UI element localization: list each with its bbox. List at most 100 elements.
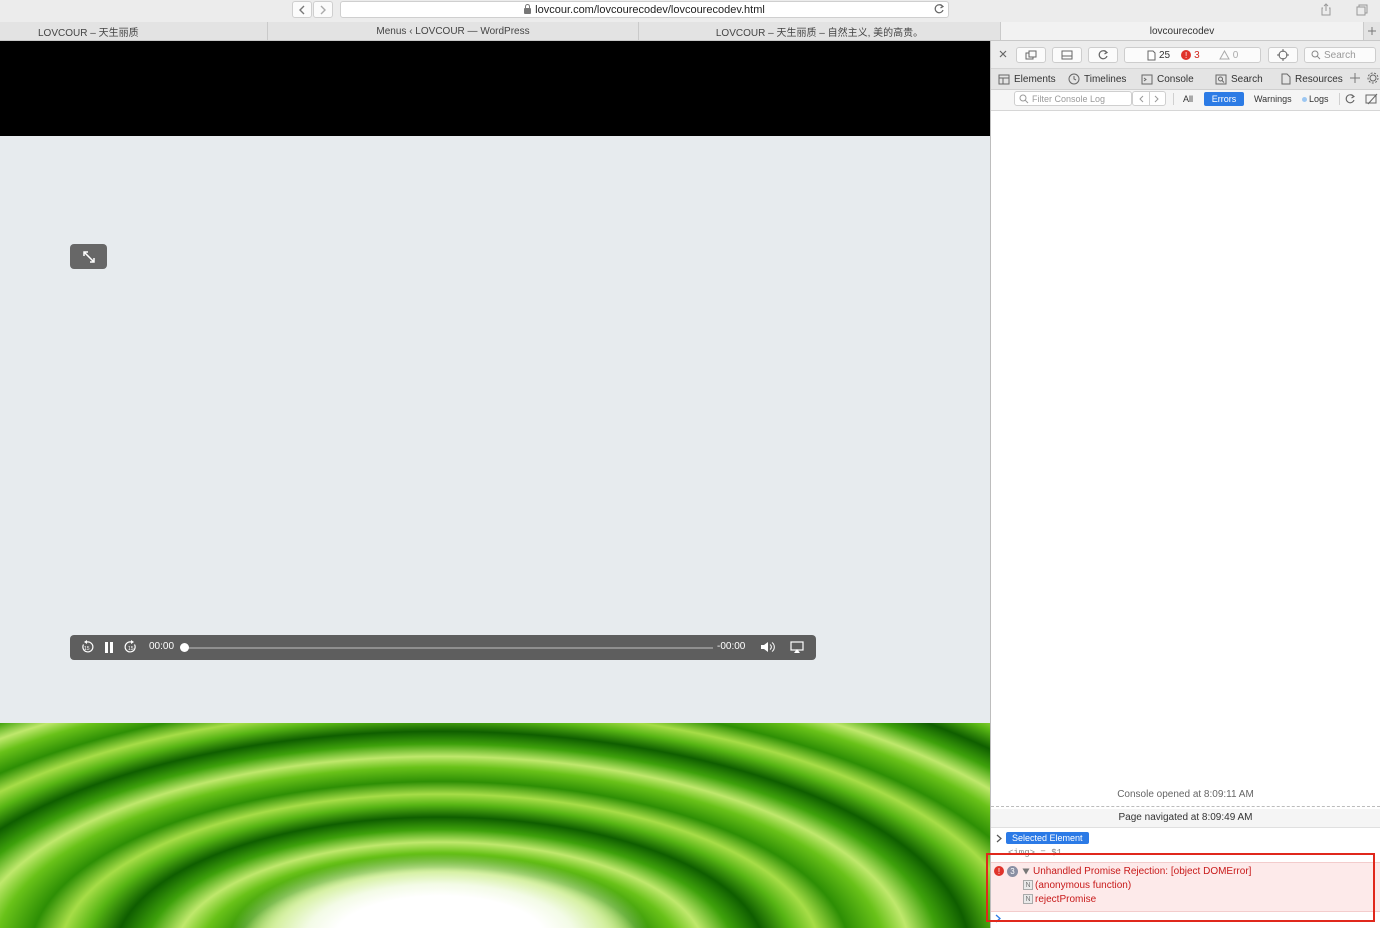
search-placeholder: Search bbox=[1324, 49, 1356, 61]
reload-icon bbox=[1345, 94, 1355, 104]
pause-button[interactable] bbox=[103, 641, 115, 654]
tab-label: Resources bbox=[1295, 73, 1343, 85]
elements-icon bbox=[998, 74, 1010, 84]
clear-on-reload-button[interactable] bbox=[1344, 93, 1356, 108]
tab-resources[interactable]: Resources bbox=[1281, 69, 1343, 89]
detach-window-icon bbox=[1025, 50, 1037, 60]
remaining-time: -00:00 bbox=[717, 641, 746, 652]
address-bar[interactable]: lovcour.com/lovcourecodev/lovcourecodev.… bbox=[340, 1, 949, 18]
error-count: 3 bbox=[1194, 49, 1200, 61]
previous-match-button[interactable] bbox=[1133, 92, 1150, 105]
airplay-button[interactable] bbox=[790, 640, 804, 654]
clear-console-button[interactable] bbox=[1365, 93, 1378, 108]
search-icon bbox=[1215, 74, 1227, 84]
undock-button[interactable] bbox=[1016, 47, 1046, 63]
crosshair-icon bbox=[1277, 49, 1289, 61]
filter-nav-buttons bbox=[1132, 91, 1166, 106]
clock-icon bbox=[1068, 73, 1080, 85]
resource-count: 25 bbox=[1159, 49, 1171, 61]
forward-button[interactable] bbox=[313, 1, 333, 18]
reload-button[interactable] bbox=[933, 3, 945, 18]
annotation-highlight-box bbox=[986, 853, 1375, 922]
tab-search[interactable]: Search bbox=[1215, 69, 1263, 89]
filter-label: Errors bbox=[1211, 94, 1237, 104]
filter-divider bbox=[1173, 93, 1174, 105]
document-icon bbox=[1281, 73, 1291, 85]
chevron-left-icon bbox=[1139, 95, 1144, 102]
search-icon bbox=[1311, 50, 1321, 60]
filter-all-button[interactable]: All bbox=[1177, 92, 1199, 106]
svg-text:15: 15 bbox=[84, 646, 90, 652]
tab-title: LOVCOUR – 天生丽质 – 自然主义, 美的高贵。 bbox=[715, 27, 924, 39]
tab-label: Search bbox=[1231, 73, 1263, 85]
tab-title: LOVCOUR – 天生丽质 bbox=[38, 27, 139, 39]
console-icon bbox=[1141, 74, 1153, 84]
browser-toolbar: lovcour.com/lovcourecodev/lovcourecodev.… bbox=[0, 0, 1380, 23]
skip-forward-button[interactable]: 15 bbox=[124, 640, 138, 654]
clear-log-icon bbox=[1365, 93, 1378, 105]
close-inspector-button[interactable] bbox=[997, 48, 1009, 63]
new-inspector-tab-button[interactable] bbox=[1349, 72, 1361, 87]
skip-back-button[interactable]: 15 bbox=[80, 640, 94, 654]
document-icon bbox=[1147, 50, 1156, 60]
page-navigated-message: Page navigated at 8:09:49 AM bbox=[991, 809, 1380, 828]
gear-icon bbox=[1367, 72, 1379, 84]
svg-text:15: 15 bbox=[128, 646, 134, 652]
warning-count: 0 bbox=[1232, 49, 1239, 61]
tab-title: lovcourecodev bbox=[1149, 25, 1215, 37]
disclosure-triangle-icon bbox=[996, 834, 1002, 843]
dock-bottom-button[interactable] bbox=[1052, 47, 1082, 63]
lock-icon bbox=[524, 3, 532, 14]
tabs-icon bbox=[1356, 4, 1368, 15]
share-button[interactable] bbox=[1315, 1, 1337, 18]
tab-timelines[interactable]: Timelines bbox=[1068, 69, 1126, 89]
volume-button[interactable] bbox=[760, 640, 778, 654]
activity-viewer[interactable]: 25 ! 3 0 bbox=[1124, 47, 1261, 63]
inspector-search[interactable]: Search bbox=[1304, 47, 1376, 63]
airplay-icon bbox=[790, 641, 804, 653]
tabs-overview-button[interactable] bbox=[1351, 1, 1373, 18]
volume-icon bbox=[761, 642, 775, 652]
tab-lovcour[interactable]: LOVCOUR – 天生丽质 bbox=[0, 22, 268, 40]
filter-label: All bbox=[1183, 94, 1194, 104]
error-icon: ! bbox=[1181, 50, 1192, 60]
reload-icon bbox=[1098, 50, 1109, 60]
progress-track[interactable] bbox=[185, 647, 713, 649]
filter-label: Warnings bbox=[1254, 94, 1292, 104]
plus-icon bbox=[1368, 27, 1376, 35]
tab-title: Menus ‹ LOVCOUR — WordPress bbox=[376, 25, 530, 37]
tab-lovcour-home[interactable]: LOVCOUR – 天生丽质 – 自然主义, 美的高贵。 bbox=[639, 22, 1001, 40]
new-tab-button[interactable] bbox=[1364, 22, 1380, 40]
filter-logs-button[interactable]: Logs bbox=[1298, 92, 1335, 106]
tab-label: Timelines bbox=[1084, 73, 1127, 85]
share-icon bbox=[1321, 3, 1331, 16]
inspect-element-button[interactable] bbox=[1268, 47, 1298, 63]
console-opened-message: Console opened at 8:09:11 AM bbox=[1117, 789, 1254, 800]
next-match-button[interactable] bbox=[1150, 92, 1166, 105]
reload-icon bbox=[934, 4, 945, 14]
video-controls-bar: 15 15 00:00 -00:00 bbox=[70, 635, 816, 660]
expand-icon bbox=[82, 250, 95, 263]
page-header-black bbox=[0, 41, 990, 136]
selected-element-row[interactable]: Selected Element bbox=[991, 830, 1380, 846]
progress-knob[interactable] bbox=[180, 643, 189, 652]
filter-errors-button[interactable]: Errors bbox=[1204, 92, 1244, 106]
url-text: lovcour.com/lovcourecodev/lovcourecodev.… bbox=[535, 3, 765, 16]
filter-console-input[interactable]: Filter Console Log bbox=[1014, 91, 1132, 106]
filter-divider bbox=[1339, 93, 1340, 105]
logs-dot-icon bbox=[1302, 96, 1307, 102]
tab-elements[interactable]: Elements bbox=[998, 69, 1056, 89]
inspector-settings-button[interactable] bbox=[1367, 72, 1379, 87]
tab-console[interactable]: Console bbox=[1141, 69, 1194, 89]
tab-label: Elements bbox=[1014, 73, 1056, 85]
fullscreen-button[interactable] bbox=[70, 244, 107, 269]
reload-page-button[interactable] bbox=[1088, 47, 1118, 63]
tab-lovcourecodev[interactable]: lovcourecodev bbox=[1001, 22, 1364, 40]
tab-menus-wordpress[interactable]: Menus ‹ LOVCOUR — WordPress bbox=[268, 22, 639, 40]
tab-bar: LOVCOUR – 天生丽质 Menus ‹ LOVCOUR — WordPre… bbox=[0, 22, 1380, 41]
tab-label: Console bbox=[1157, 73, 1194, 85]
close-icon bbox=[999, 50, 1007, 58]
filter-warnings-button[interactable]: Warnings bbox=[1248, 92, 1298, 106]
skip-forward-icon: 15 bbox=[124, 640, 136, 653]
back-button[interactable] bbox=[292, 1, 312, 18]
